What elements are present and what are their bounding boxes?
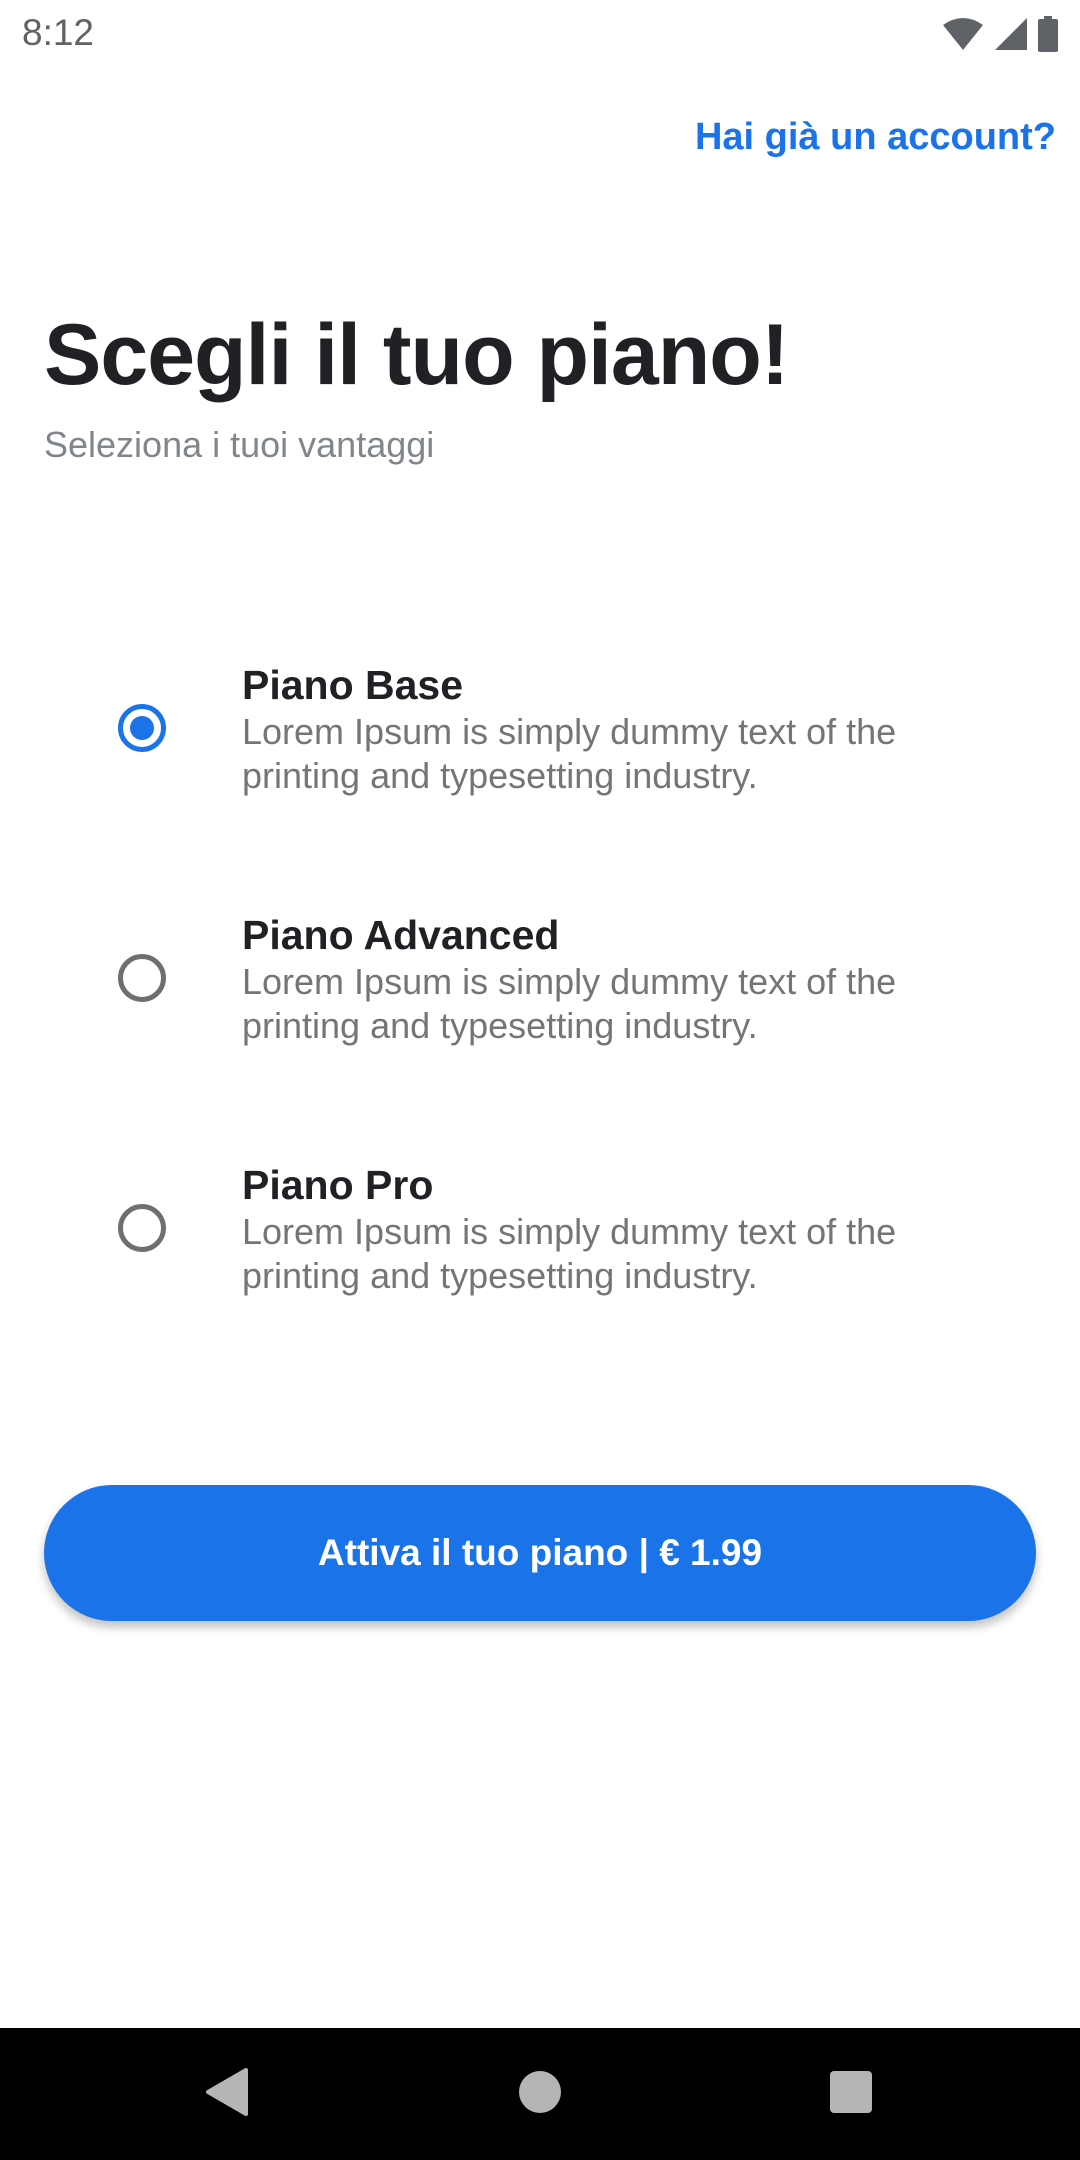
- plan-option-pro[interactable]: Piano Pro Lorem Ipsum is simply dummy te…: [0, 1150, 1080, 1330]
- radio-button[interactable]: [118, 954, 166, 1002]
- plan-option-advanced[interactable]: Piano Advanced Lorem Ipsum is simply dum…: [0, 900, 1080, 1080]
- page-subtitle: Seleziona i tuoi vantaggi: [44, 424, 435, 465]
- back-button[interactable]: [160, 2028, 292, 2160]
- plan-description: Lorem Ipsum is simply dummy text of the …: [242, 711, 897, 796]
- plan-selection-screen: 8:12 Hai già un account? Scegli il tuo p…: [0, 0, 1080, 2160]
- home-icon: [518, 2070, 562, 2119]
- home-button[interactable]: [474, 2028, 606, 2160]
- plan-text: Piano Advanced Lorem Ipsum is simply dum…: [242, 910, 1022, 1048]
- login-link[interactable]: Hai già un account?: [695, 116, 1056, 159]
- page-title: Scegli il tuo piano!: [44, 307, 789, 403]
- status-icons: [942, 14, 1058, 54]
- radio-button[interactable]: [118, 1204, 166, 1252]
- plan-name: Piano Base: [242, 662, 464, 708]
- status-time: 8:12: [22, 12, 95, 53]
- plan-description: Lorem Ipsum is simply dummy text of the …: [242, 961, 897, 1046]
- plan-name: Piano Pro: [242, 1162, 434, 1208]
- recents-button[interactable]: [785, 2028, 917, 2160]
- plan-text: Piano Base Lorem Ipsum is simply dummy t…: [242, 660, 1022, 798]
- status-bar: 8:12: [0, 0, 1080, 66]
- activate-plan-button[interactable]: Attiva il tuo piano | € 1.99: [44, 1485, 1036, 1621]
- plan-description: Lorem Ipsum is simply dummy text of the …: [242, 1211, 897, 1296]
- battery-icon: [1038, 16, 1058, 52]
- radio-button-selected[interactable]: [118, 704, 166, 752]
- plan-option-base[interactable]: Piano Base Lorem Ipsum is simply dummy t…: [0, 650, 1080, 830]
- back-icon: [204, 2067, 248, 2121]
- navigation-bar: [0, 2028, 1080, 2160]
- wifi-icon: [942, 17, 984, 51]
- cell-signal-icon: [994, 17, 1028, 51]
- plan-name: Piano Advanced: [242, 912, 560, 958]
- recents-icon: [830, 2070, 872, 2118]
- plan-text: Piano Pro Lorem Ipsum is simply dummy te…: [242, 1160, 1022, 1298]
